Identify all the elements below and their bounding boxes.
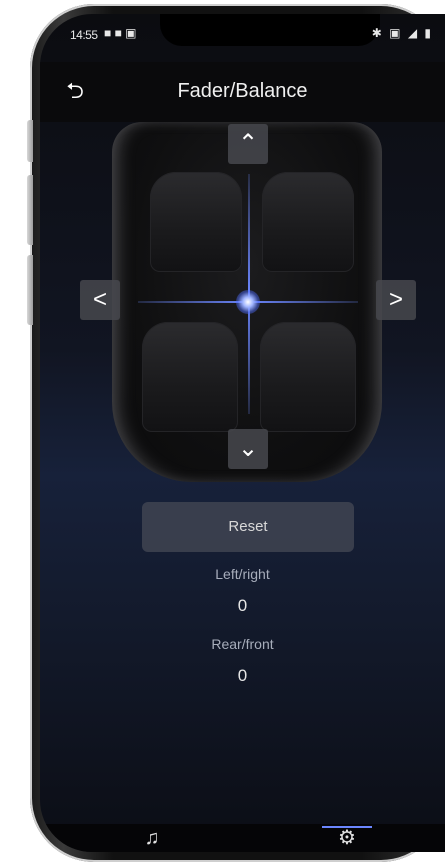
status-system-icons: ✱ ▣ ◢ ▮ <box>371 26 433 40</box>
front-left-seat <box>150 172 242 272</box>
fader-down-button[interactable]: ⌄ <box>228 429 268 469</box>
rear-front-value: 0 <box>237 666 248 685</box>
left-right-value: 0 <box>237 596 248 615</box>
rear-left-seat <box>142 322 238 432</box>
volume-up-button <box>27 175 33 245</box>
left-right-label: Left/right <box>215 566 270 582</box>
volume-down-button <box>27 255 33 325</box>
status-time: 14:55 <box>70 28 98 42</box>
sound-position-handle[interactable] <box>236 290 260 314</box>
app-screen: 14:55 ■ ■ ▣ ✱ ▣ ◢ ▮ ⮌ Fader/Balance ⌃ ⌄ … <box>40 14 445 852</box>
balance-left-button[interactable]: < <box>80 280 120 320</box>
rear-front-label: Rear/front <box>211 636 274 652</box>
fader-up-button[interactable]: ⌃ <box>228 124 268 164</box>
gear-icon[interactable]: ⚙ <box>317 824 377 852</box>
mute-switch <box>27 120 33 162</box>
front-right-seat <box>262 172 354 272</box>
notch <box>160 14 380 46</box>
music-note-icon[interactable]: ♫ <box>122 824 182 852</box>
rear-right-seat <box>260 322 356 432</box>
header-bar: ⮌ Fader/Balance <box>40 62 445 122</box>
page-title: Fader/Balance <box>177 80 308 102</box>
status-notification-icons: ■ ■ ▣ <box>104 26 137 40</box>
reset-button[interactable]: Reset <box>142 502 354 552</box>
bottom-tab-bar <box>40 824 445 852</box>
balance-right-button[interactable]: > <box>376 280 416 320</box>
